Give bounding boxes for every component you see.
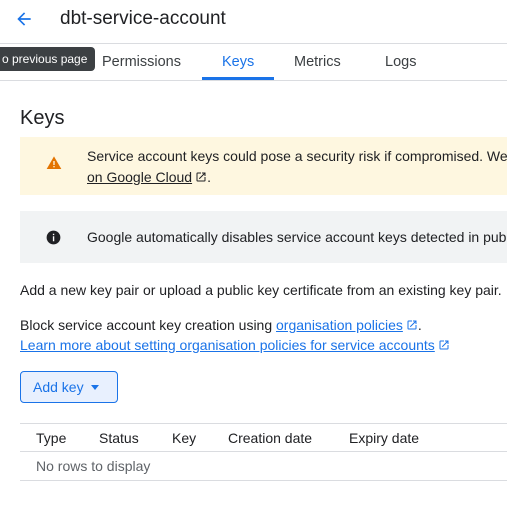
back-button[interactable] (8, 3, 40, 35)
add-key-label: Add key (33, 379, 84, 395)
caret-down-icon (90, 384, 99, 390)
column-header-creation-date[interactable]: Creation date (228, 430, 312, 446)
empty-message: No rows to display (36, 458, 151, 474)
external-link-icon (196, 172, 206, 182)
policy-line: Block service account key creation using… (20, 315, 422, 335)
info-icon (46, 230, 61, 245)
table-header: Type Status Key Creation date Expiry dat… (20, 423, 507, 452)
policy-suffix: . (417, 317, 422, 333)
info-text: Google automatically disables service ac… (87, 229, 507, 245)
tab-logs[interactable]: Logs (385, 54, 416, 70)
info-banner: Google automatically disables service ac… (20, 211, 507, 263)
warning-banner: Service account keys could pose a securi… (20, 137, 507, 195)
external-link-icon (439, 340, 449, 350)
keys-table: Type Status Key Creation date Expiry dat… (20, 423, 507, 481)
section-title: Keys (20, 107, 65, 129)
add-key-button[interactable]: Add key (20, 371, 118, 403)
page-title: dbt-service-account (60, 8, 226, 29)
column-header-type[interactable]: Type (36, 430, 66, 446)
column-header-status[interactable]: Status (99, 430, 139, 446)
warning-icon (46, 156, 62, 169)
description-text: Add a new key pair or upload a public ke… (20, 282, 502, 298)
policy-text: Block service account key creation using (20, 317, 273, 333)
table-body: No rows to display (20, 452, 507, 481)
warning-text: Service account keys could pose a securi… (87, 146, 507, 188)
column-header-key[interactable]: Key (172, 430, 196, 446)
column-header-expiry-date[interactable]: Expiry date (349, 430, 419, 446)
tab-keys[interactable]: Keys (222, 54, 254, 70)
learn-more-link[interactable]: Learn more about setting organisation po… (20, 337, 435, 353)
warning-link[interactable]: on Google Cloud (87, 169, 192, 185)
tab-metrics[interactable]: Metrics (294, 54, 341, 70)
organisation-policies-link[interactable]: organisation policies (276, 317, 403, 333)
tab-permissions[interactable]: Permissions (102, 54, 181, 70)
warning-message: Service account keys could pose a securi… (87, 148, 507, 164)
learn-more-line: Learn more about setting organisation po… (20, 335, 450, 355)
warning-link-row: on Google Cloud. (87, 169, 211, 185)
page-header: dbt-service-account (0, 0, 507, 44)
active-tab-indicator (202, 77, 274, 80)
external-link-icon (407, 320, 417, 330)
back-tooltip: o previous page (0, 47, 96, 71)
arrow-back-icon (17, 12, 31, 26)
